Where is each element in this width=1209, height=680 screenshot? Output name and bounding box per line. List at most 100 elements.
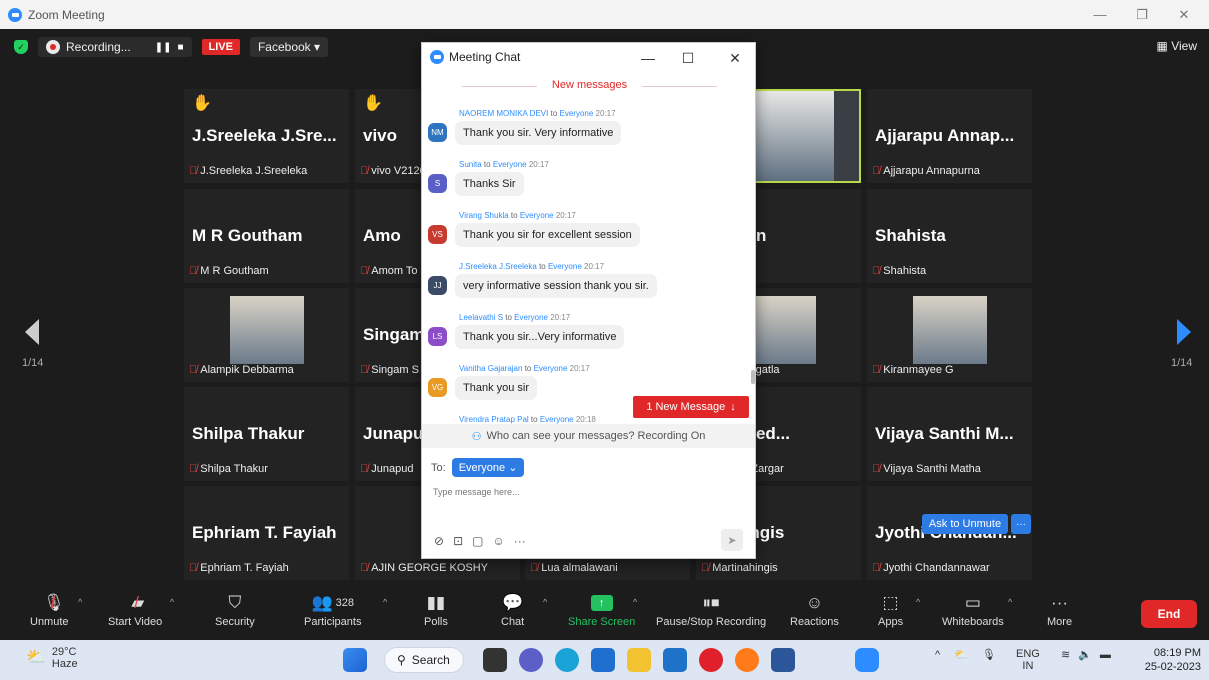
ask-to-unmute-button[interactable]: Ask to Unmute [922, 514, 1008, 534]
encryption-shield-icon[interactable]: ✓ [14, 40, 28, 54]
share-screen-button[interactable]: ↑ Share Screen [568, 590, 635, 628]
participant-tile[interactable]: M R Goutham 🎙̸ M R Goutham [184, 189, 349, 283]
person-info-icon: ⚇ [471, 430, 482, 443]
recipient-dropdown[interactable]: Everyone ⌄ [451, 458, 525, 477]
participants-chevron-icon[interactable]: ^ [383, 597, 387, 607]
tray-overflow-chevron-icon[interactable]: ^ [935, 649, 940, 661]
mail-icon[interactable] [663, 648, 687, 672]
weather-widget[interactable]: ⛅ 29°C Haze [26, 646, 78, 670]
to-label: to [550, 109, 558, 118]
more-button[interactable]: ··· More [1047, 590, 1072, 628]
mic-muted-icon: 🎙̸ [360, 364, 369, 376]
audio-options-chevron-icon[interactable]: ^ [78, 597, 82, 607]
tile-more-button[interactable]: ··· [1011, 514, 1031, 534]
sender-name[interactable]: Virang Shukla [459, 211, 509, 220]
pause-recording-icon[interactable]: ❚❚ [155, 42, 172, 53]
pause-stop-recording-button[interactable]: ⏸⏹ Pause/Stop Recording [656, 590, 766, 628]
chat-button[interactable]: 💬 Chat [501, 590, 524, 628]
new-message-button[interactable]: 1 New Message ↓ [633, 396, 749, 418]
apps-chevron-icon[interactable]: ^ [916, 597, 920, 607]
unmute-button[interactable]: 🎙 / Unmute [30, 590, 69, 628]
share-chevron-icon[interactable]: ^ [633, 597, 637, 607]
sender-name[interactable]: NAOREM MONIKA DEVI [459, 109, 548, 118]
firefox-icon[interactable] [735, 648, 759, 672]
message-time: 20:17 [584, 262, 605, 271]
status-icons[interactable]: ≋ 🔈 ▬ [1061, 648, 1111, 662]
participant-tile[interactable]: Shilpa Thakur 🎙̸ Shilpa Thakur [184, 387, 349, 481]
participant-tile[interactable]: ✋ J.Sreeleka J.Sre... 🎙̸ J.Sreeleka J.Sreel… [184, 89, 349, 183]
participant-tile[interactable]: 🎙̸ Kiranmayee G [867, 288, 1032, 382]
whiteboards-button[interactable]: ▭ Whiteboards [942, 590, 1004, 628]
zoom-taskbar-icon[interactable] [855, 648, 879, 672]
message-bubble[interactable]: Thank you sir. Very informative [455, 121, 622, 145]
end-meeting-button[interactable]: End [1141, 600, 1197, 628]
taskbar-clock[interactable]: 08:19 PM 25-02-2023 [1145, 646, 1201, 674]
file-explorer-icon[interactable] [627, 648, 651, 672]
sender-name[interactable]: Leelavathi S [459, 313, 503, 322]
sender-name[interactable]: Vanitha Gajarajan [459, 364, 522, 373]
close-icon[interactable]: ✕ [1163, 0, 1205, 29]
video-options-chevron-icon[interactable]: ^ [170, 597, 174, 607]
participants-button[interactable]: 👥 328 Participants [304, 590, 361, 628]
start-video-button[interactable]: ▰ / Start Video [108, 590, 162, 628]
attach-file-icon[interactable]: ▢ [472, 534, 483, 548]
store-icon[interactable] [591, 648, 615, 672]
view-button[interactable]: ▦ View [1157, 39, 1197, 53]
stop-recording-icon[interactable]: ■ [177, 42, 183, 53]
restore-icon[interactable]: ❐ [1121, 0, 1163, 29]
message-bubble[interactable]: Thanks Sir [455, 172, 524, 196]
reactions-button[interactable]: ☺ Reactions [790, 590, 839, 628]
chat-close-icon[interactable]: ✕ [720, 47, 750, 69]
chat-message-input[interactable] [433, 487, 733, 497]
format-text-icon[interactable]: ⊘ [434, 534, 444, 548]
security-button[interactable]: ⛉ Security [215, 590, 255, 628]
send-message-button[interactable]: ➤ [721, 529, 743, 551]
sender-name[interactable]: Sunita [459, 160, 482, 169]
opera-browser-icon[interactable] [699, 648, 723, 672]
edge-browser-icon[interactable] [555, 648, 579, 672]
screenshot-icon[interactable]: ⊡ [453, 534, 463, 548]
participant-label: 🎙̸ Kiranmayee G [872, 364, 954, 376]
participant-tile[interactable]: Ajjarapu Annap... 🎙̸ Ajjarapu Annapurna [867, 89, 1032, 183]
chat-scrollbar[interactable] [751, 370, 755, 384]
participant-tile[interactable]: Ephriam T. Fayiah 🎙̸ Ephriam T. Fayiah [184, 486, 349, 580]
polls-button[interactable]: ▮▮ Polls [424, 590, 448, 628]
microphone-icon[interactable]: 🎙 [982, 648, 996, 661]
apps-button[interactable]: ⬚ Apps [878, 590, 903, 628]
participant-label: 🎙̸ Alampik Debbarma [189, 364, 294, 376]
emoji-icon[interactable]: ☺ [492, 534, 504, 548]
more-options-icon[interactable]: ··· [514, 534, 526, 548]
next-page-icon[interactable] [1177, 319, 1191, 345]
chat-chevron-icon[interactable]: ^ [543, 597, 547, 607]
whiteboards-chevron-icon[interactable]: ^ [1008, 597, 1012, 607]
participant-tile[interactable]: Vijaya Santhi M... 🎙̸ Vijaya Santhi Matha [867, 387, 1032, 481]
message-time: 20:17 [550, 313, 571, 322]
sender-name[interactable]: Virendra Pratap Pal [459, 415, 529, 424]
network-drive-icon[interactable]: ⛅ [954, 648, 968, 661]
lang-code: ENG [1016, 648, 1040, 660]
participant-label: 🎙̸ J.Sreeleka J.Sreeleka [189, 165, 307, 177]
meeting-chat-window: Meeting Chat — ☐ ✕ New messages NM NAOREM… [421, 42, 756, 559]
message-bubble[interactable]: Thank you sir [455, 376, 538, 400]
teams-chat-icon[interactable] [519, 648, 543, 672]
recording-indicator[interactable]: Recording... ❚❚ ■ [38, 37, 192, 57]
sender-name[interactable]: J.Sreeleka J.Sreeleka [459, 262, 537, 271]
minimize-icon[interactable]: — [1079, 0, 1121, 29]
word-icon[interactable] [771, 648, 795, 672]
privacy-notice[interactable]: ⚇ Who can see your messages? Recording On [422, 424, 755, 448]
chat-minimize-icon[interactable]: — [633, 47, 663, 69]
stream-dropdown[interactable]: Facebook ▾ [249, 37, 329, 57]
previous-page-icon[interactable] [25, 319, 39, 345]
chat-maximize-icon[interactable]: ☐ [673, 47, 703, 69]
language-indicator[interactable]: ENG IN [1016, 648, 1040, 672]
participant-tile[interactable]: 🎙̸ Alampik Debbarma [184, 288, 349, 382]
live-badge[interactable]: LIVE [201, 39, 240, 55]
taskbar-search[interactable]: ⚲ Search [384, 647, 464, 673]
message-bubble[interactable]: very informative session thank you sir. [455, 274, 657, 298]
message-bubble[interactable]: Thank you sir for excellent session [455, 223, 640, 247]
task-view-icon[interactable] [483, 648, 507, 672]
message-bubble[interactable]: Thank you sir...Very informative [455, 325, 625, 349]
message-header: Virendra Pratap Pal to Everyone 20:18 [459, 415, 596, 424]
windows-start-icon[interactable] [343, 648, 367, 672]
participant-tile[interactable]: Shahista 🎙̸ Shahista [867, 189, 1032, 283]
